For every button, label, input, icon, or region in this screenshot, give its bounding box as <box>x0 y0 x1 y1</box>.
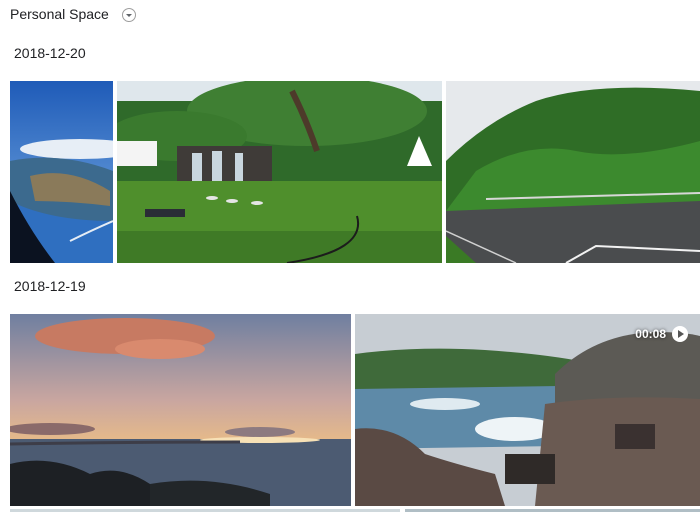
photo-image <box>10 81 113 263</box>
photo-thumbnail[interactable] <box>10 314 351 506</box>
video-thumbnail[interactable]: 00:08 <box>355 314 700 506</box>
photo-thumbnail[interactable] <box>10 81 113 263</box>
play-icon[interactable] <box>672 326 688 342</box>
chevron-down-icon[interactable] <box>122 8 136 22</box>
photo-image <box>446 81 700 263</box>
date-heading: 2018-12-19 <box>14 278 86 294</box>
space-title[interactable]: Personal Space <box>10 6 109 22</box>
date-heading: 2018-12-20 <box>14 45 86 61</box>
photo-image <box>117 81 442 263</box>
photo-thumbnail[interactable] <box>117 81 442 263</box>
photo-thumbnail[interactable] <box>446 81 700 263</box>
video-duration: 00:08 <box>635 327 666 341</box>
photo-image <box>355 314 700 506</box>
video-badge: 00:08 <box>635 326 688 342</box>
top-bar: Personal Space <box>0 0 700 30</box>
photo-image <box>10 314 351 506</box>
